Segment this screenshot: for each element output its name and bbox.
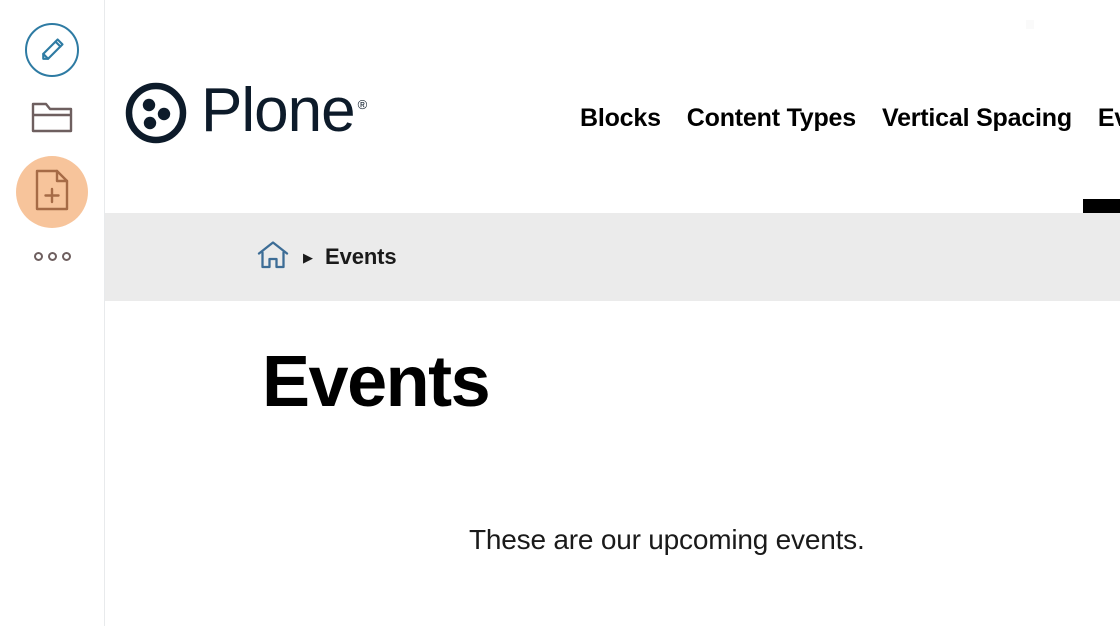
add-content-circle (16, 156, 88, 228)
toolbar-item-add-content[interactable] (16, 156, 88, 228)
breadcrumb: ▶ Events (105, 213, 1120, 301)
document-add-icon (35, 169, 69, 216)
breadcrumb-home-link[interactable] (257, 240, 289, 275)
logo-text: Plone (201, 76, 356, 145)
page-title: Events (262, 342, 491, 422)
site-logo[interactable]: Plone ® (125, 80, 368, 149)
nav-item-events[interactable]: Eve (1098, 104, 1120, 133)
page-description: These are our upcoming events. (469, 524, 865, 555)
nav-active-indicator (1083, 199, 1120, 214)
nav-item-vertical-spacing[interactable]: Vertical Spacing (882, 104, 1072, 133)
site-header: Plone ® Blocks Content Types Vertical Spa… (105, 0, 1120, 214)
toolbar-item-more[interactable] (24, 236, 80, 276)
left-toolbar (0, 0, 105, 626)
breadcrumb-item-events[interactable]: Events (325, 244, 397, 270)
ellipsis-icon (33, 251, 71, 261)
app-root: Plone ® Blocks Content Types Vertical Spa… (0, 0, 1120, 626)
pencil-icon (25, 23, 79, 77)
breadcrumb-separator-icon: ▶ (303, 249, 313, 265)
plone-logo-icon (125, 82, 187, 149)
registered-trademark-icon: ® (357, 97, 368, 113)
nav-item-content-types[interactable]: Content Types (687, 104, 856, 133)
folder-icon (31, 100, 73, 139)
toolbar-item-edit[interactable] (24, 22, 80, 78)
page-content: Events These are our upcoming events. (105, 301, 1120, 626)
main-area: Plone ® Blocks Content Types Vertical Spa… (105, 0, 1120, 626)
corner-artifact (1026, 20, 1034, 29)
toolbar-item-folder-contents[interactable] (24, 94, 80, 144)
home-icon (257, 240, 289, 275)
nav-item-blocks[interactable]: Blocks (580, 104, 661, 133)
main-navigation: Blocks Content Types Vertical Spacing Ev… (580, 104, 1120, 133)
